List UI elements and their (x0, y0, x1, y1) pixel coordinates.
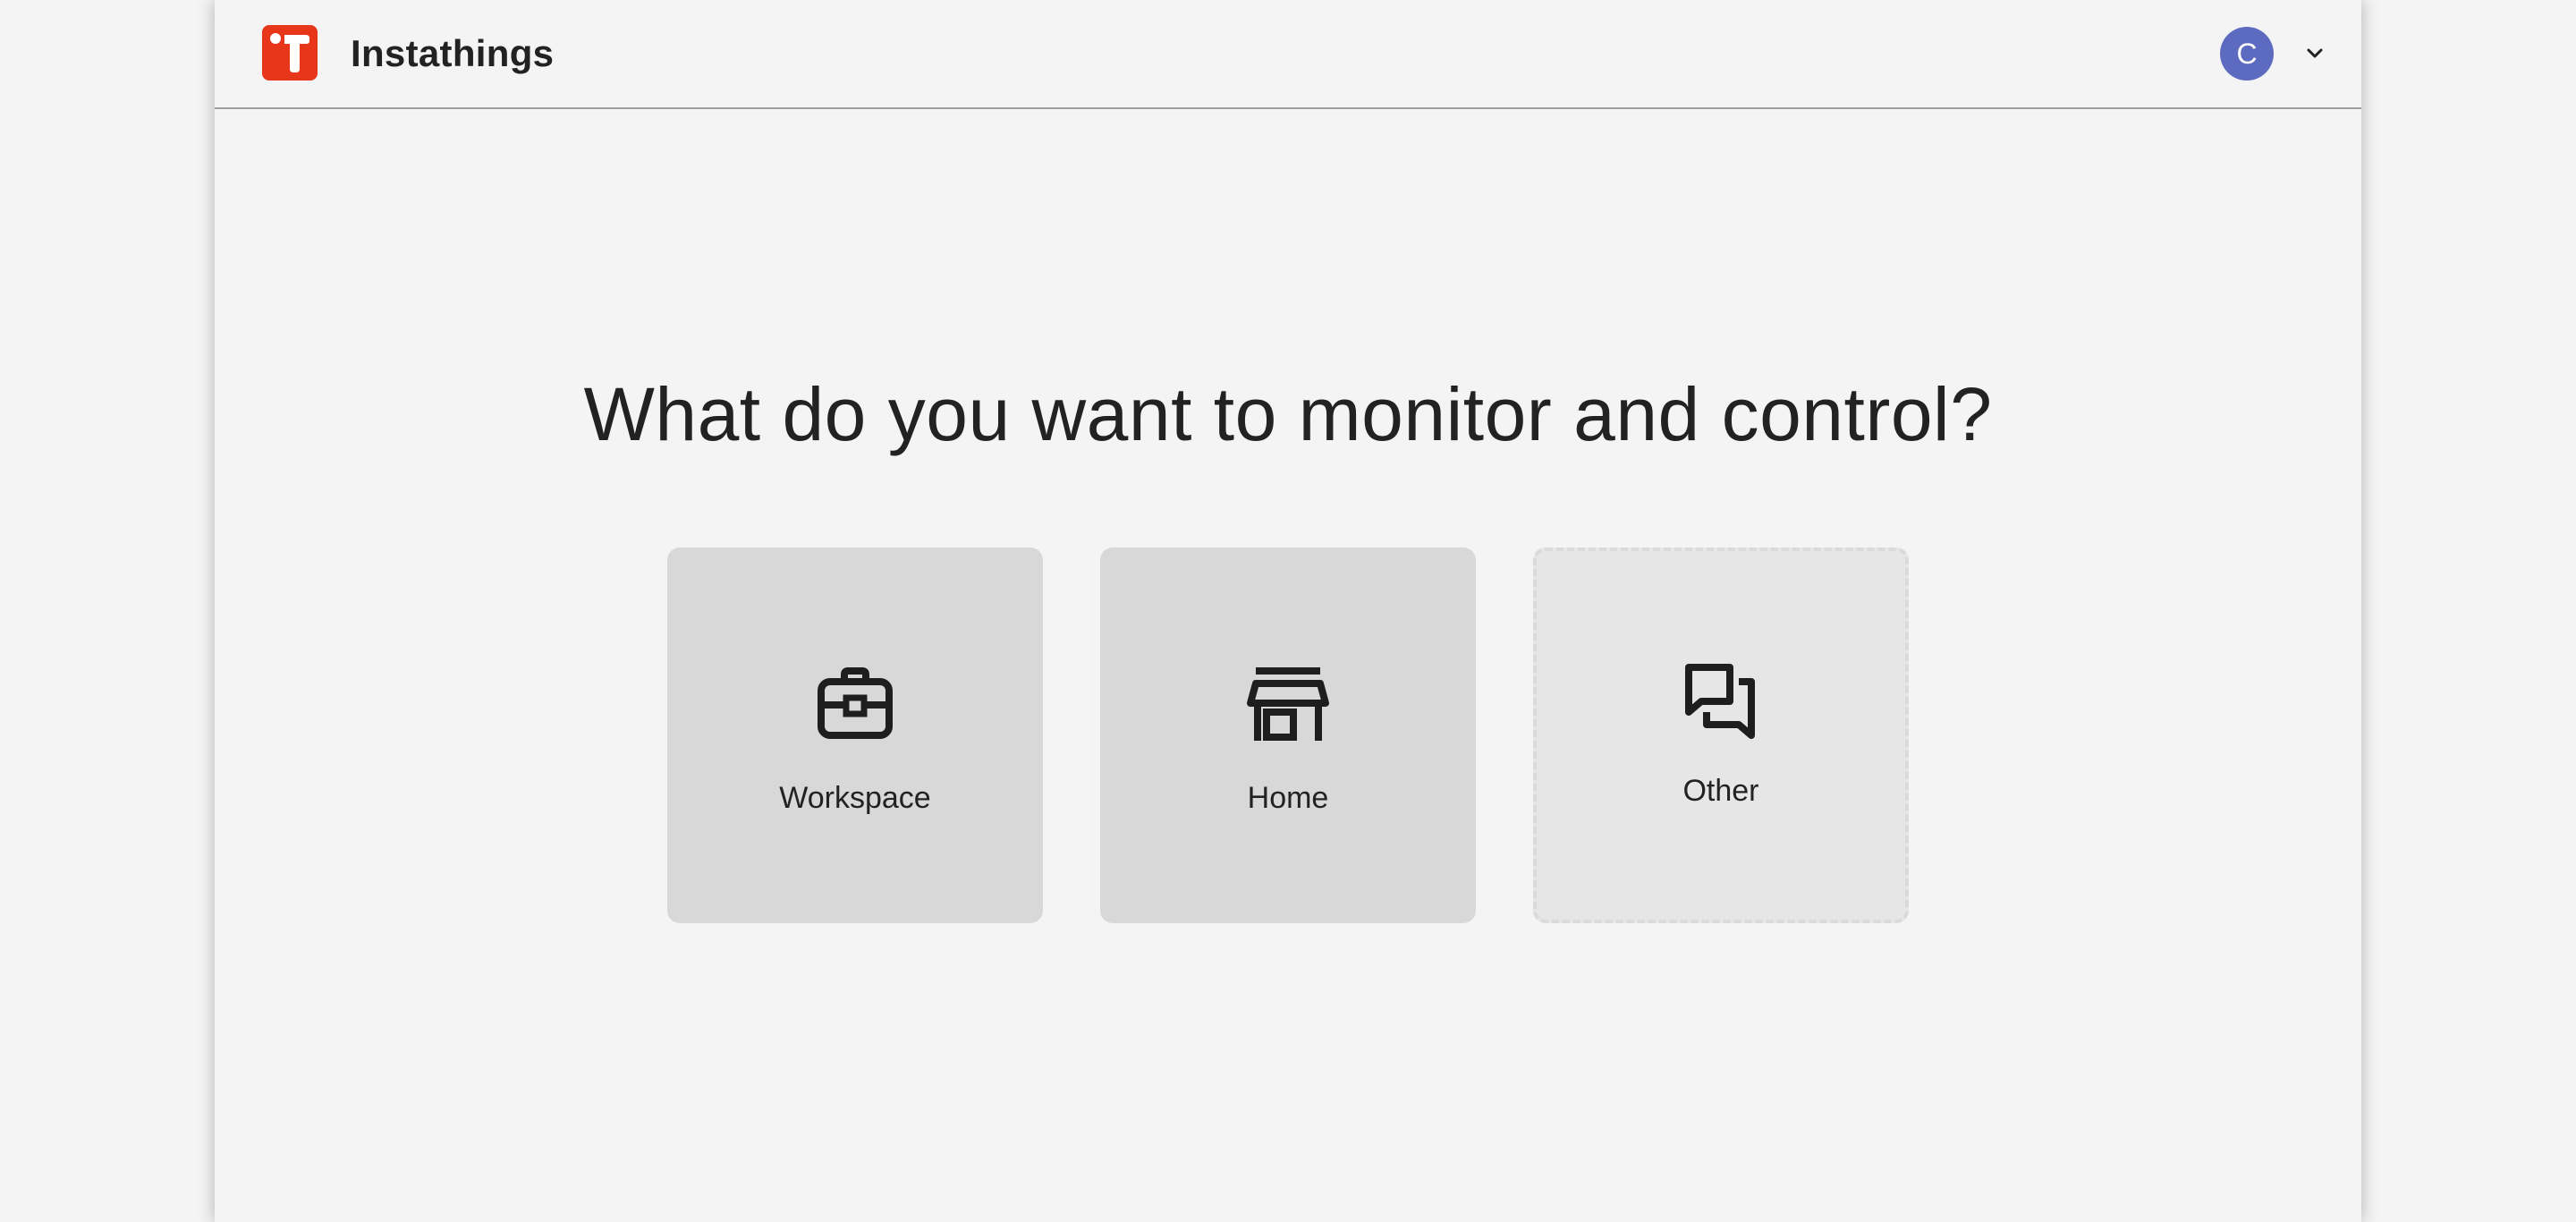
chevron-down-icon[interactable] (2304, 45, 2326, 63)
app-window: Instathings C What do you want to monito… (215, 0, 2361, 1222)
chat-bubbles-icon (1676, 657, 1766, 746)
instathings-logo-icon[interactable] (262, 25, 318, 81)
top-bar: Instathings C (215, 0, 2361, 109)
option-card-other[interactable]: Other (1533, 547, 1909, 923)
option-card-home[interactable]: Home (1100, 547, 1476, 923)
option-label-home: Home (1247, 781, 1329, 815)
app-title: Instathings (351, 32, 555, 74)
user-avatar[interactable]: C (2220, 27, 2274, 81)
option-label-other: Other (1682, 774, 1759, 808)
option-label-workspace: Workspace (779, 781, 931, 815)
page-question: What do you want to monitor and control? (583, 372, 1993, 457)
option-card-workspace[interactable]: Workspace (667, 547, 1043, 923)
storefront-icon (1243, 660, 1333, 750)
briefcase-icon (810, 660, 900, 750)
